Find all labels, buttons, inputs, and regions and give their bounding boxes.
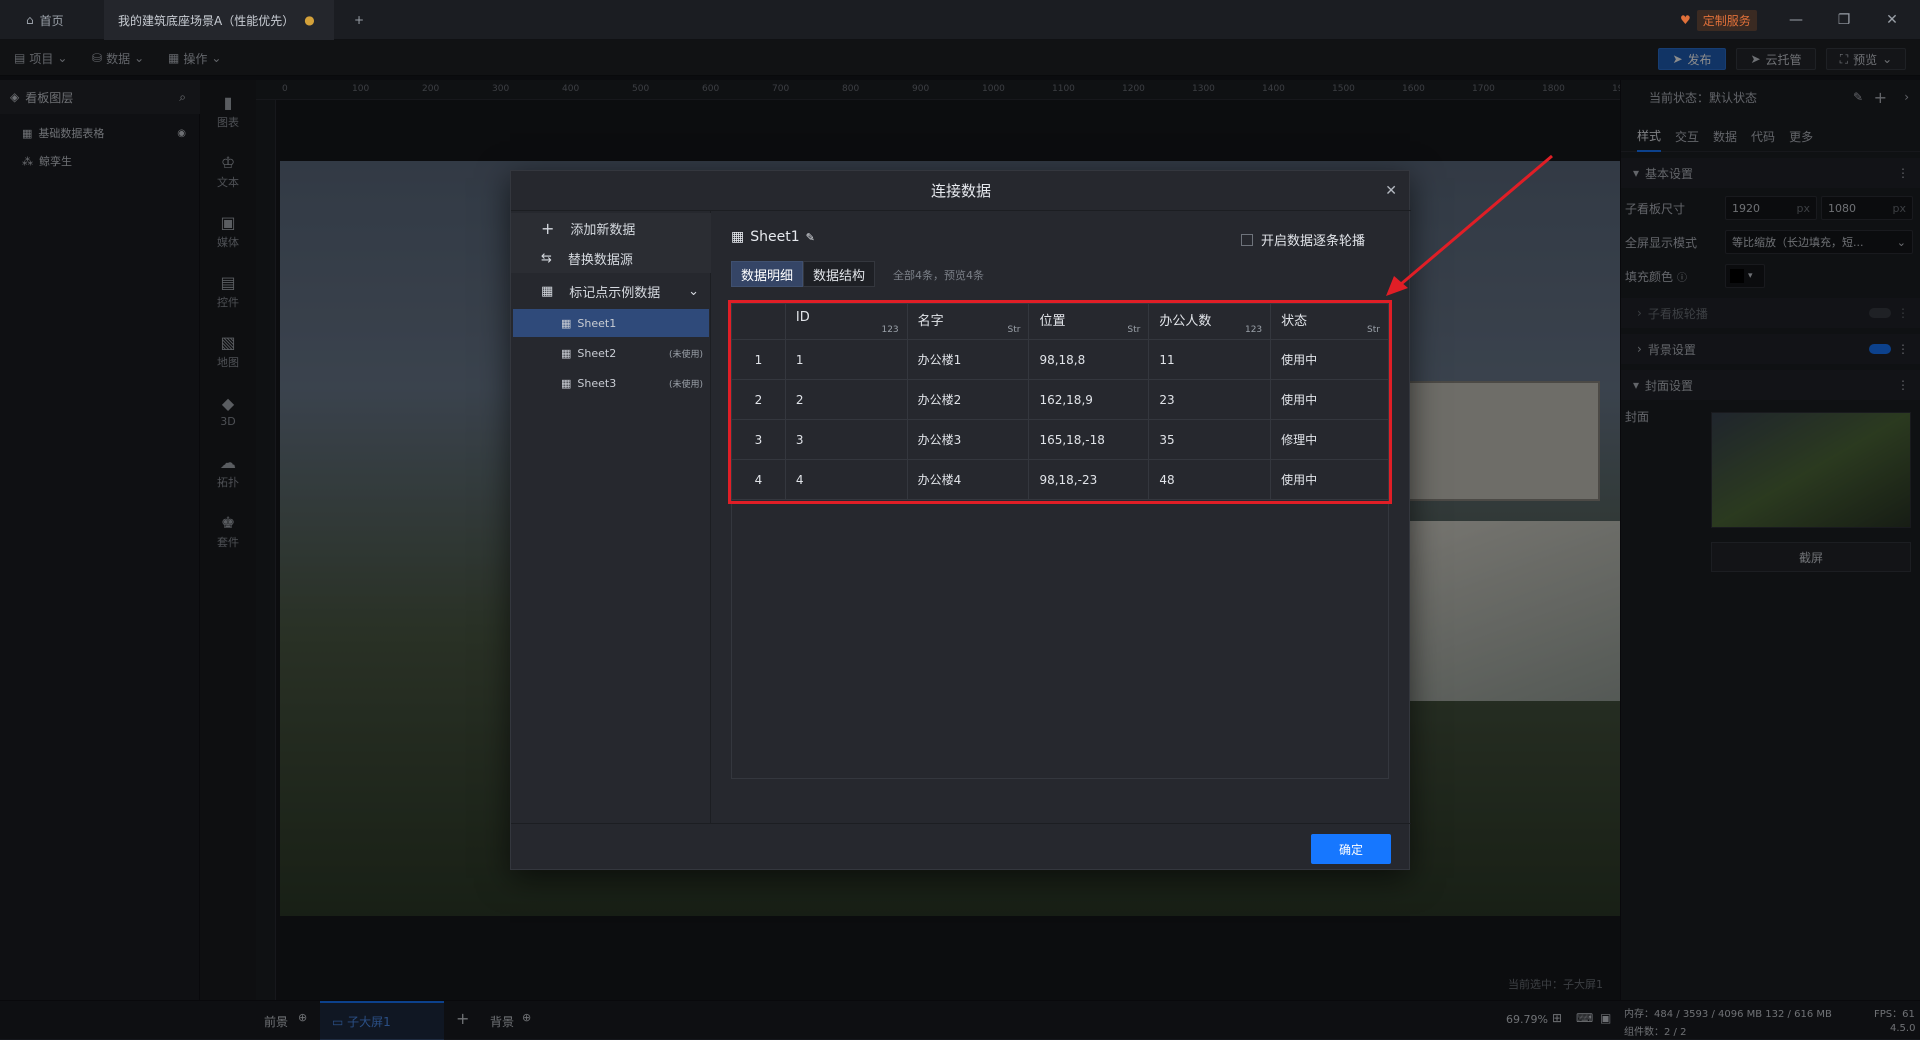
table-icon: ▦	[731, 229, 745, 245]
record-count: 全部4条，预览4条	[893, 269, 984, 282]
sheet-label: Sheet3	[577, 376, 617, 390]
tab-detail-label: 数据明细	[740, 268, 793, 284]
add-data-button[interactable]: + 添加新数据	[511, 213, 711, 243]
heart-icon: ♥	[1680, 13, 1691, 27]
confirm-button[interactable]: 确定	[1311, 834, 1391, 864]
plus-icon: +	[541, 218, 555, 238]
dialog-footer: 确定	[511, 823, 1411, 871]
home-tab[interactable]: ⌂ 首页	[14, 0, 104, 40]
edit-icon[interactable]: ✎	[806, 231, 815, 244]
dialog-header: 连接数据 ✕	[511, 171, 1411, 211]
replace-source-label: 替换数据源	[567, 252, 633, 268]
custom-service-button[interactable]: ♥ 定制服务	[1680, 0, 1770, 40]
arrow-line	[1393, 154, 1553, 292]
custom-service-label: 定制服务	[1696, 9, 1757, 31]
sheet-title: ▦ Sheet1 ✎	[731, 229, 815, 245]
rotate-label: 开启数据逐条轮播	[1261, 234, 1366, 249]
dialog-main: ▦ Sheet1 ✎ 开启数据逐条轮播 数据明细 数据结构 全部4条，预览4条 ID…	[711, 211, 1411, 823]
table-icon: ▦	[561, 376, 572, 390]
title-bar: ⌂ 首页 我的建筑底座场景A（性能优先） ● + ♥ 定制服务 — ❐ ✕	[0, 0, 1920, 40]
sheet-item-sheet2[interactable]: ▦ Sheet2 (未使用)	[513, 339, 709, 367]
new-tab-button[interactable]: +	[344, 0, 374, 40]
dialog-title: 连接数据	[930, 182, 991, 200]
add-data-label: 添加新数据	[570, 222, 636, 238]
unsaved-dot-icon: ●	[304, 13, 315, 27]
project-tab-label: 我的建筑底座场景A（性能优先）	[118, 13, 295, 28]
chevron-down-icon: ⌄	[688, 283, 699, 299]
unused-tag: (未使用)	[668, 379, 703, 390]
sheet-label: Sheet2	[577, 346, 617, 360]
rotate-checkbox-row[interactable]: 开启数据逐条轮播	[1241, 230, 1365, 249]
replace-source-button[interactable]: ⇆ 替换数据源	[511, 243, 711, 273]
swap-icon: ⇆	[541, 250, 552, 266]
sheet-item-sheet1[interactable]: ▦ Sheet1	[513, 309, 709, 337]
table-icon: ▦	[561, 346, 572, 360]
restore-icon[interactable]: ❐	[1824, 0, 1864, 40]
project-tab[interactable]: 我的建筑底座场景A（性能优先） ●	[104, 0, 334, 40]
table-icon: ▦	[561, 316, 572, 330]
tab-structure-label: 数据结构	[812, 268, 865, 284]
unused-tag: (未使用)	[668, 349, 703, 360]
plus-icon: +	[353, 13, 365, 27]
sheet-title-label: Sheet1	[750, 229, 800, 245]
highlight-box	[728, 300, 1392, 504]
confirm-label: 确定	[1338, 842, 1363, 857]
annotation-arrow	[1386, 154, 1553, 296]
dataset-label: 标记点示例数据	[569, 285, 661, 301]
minimize-icon[interactable]: —	[1776, 0, 1816, 40]
table-icon: ▦	[541, 283, 554, 299]
tab-data-structure[interactable]: 数据结构	[803, 261, 875, 287]
tab-data-detail[interactable]: 数据明细	[731, 261, 803, 287]
connect-data-dialog: 连接数据 ✕ + 添加新数据 ⇆ 替换数据源 ▦ 标记点示例数据 ⌄ ▦ Sheet1 …	[510, 170, 1411, 871]
rotate-checkbox[interactable]	[1241, 233, 1253, 246]
sheet-item-sheet3[interactable]: ▦ Sheet3 (未使用)	[513, 369, 709, 397]
close-window-icon[interactable]: ✕	[1872, 0, 1912, 40]
sheet-label: Sheet1	[577, 316, 617, 330]
home-icon: ⌂	[26, 13, 34, 27]
dialog-sidebar: + 添加新数据 ⇆ 替换数据源 ▦ 标记点示例数据 ⌄ ▦ Sheet1 ▦ Sheet2…	[511, 211, 711, 823]
home-tab-label: 首页	[39, 13, 64, 28]
dataset-item[interactable]: ▦ 标记点示例数据 ⌄	[511, 275, 711, 307]
